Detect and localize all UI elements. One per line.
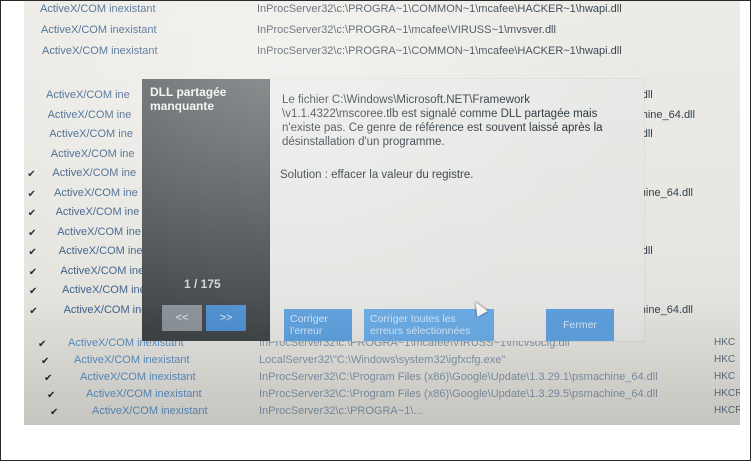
close-button[interactable]: Fermer — [546, 309, 614, 341]
category-title: DLL partagée manquante — [150, 85, 226, 113]
registry-hive: HKC — [714, 354, 736, 365]
registry-path: LocalServer32\"C:\Windows\system32\igfxc… — [259, 354, 506, 366]
error-type: ActiveX/COM ine — [60, 264, 145, 277]
list-row[interactable]: ActiveX/COM inexistant InProcServer32\c:\… — [24, 45, 740, 65]
registry-path: InProcServer32\C:\Program Files (x86)\Go… — [259, 371, 658, 383]
error-type: ActiveX/COM inexistant — [86, 388, 202, 400]
previous-button[interactable]: << — [162, 305, 202, 331]
error-type: ActiveX/COM ine — [57, 225, 141, 238]
checkmark-icon: ✔ — [44, 373, 53, 384]
error-type: ActiveX/COM ine — [50, 147, 135, 160]
solution-text: Solution : effacer la valeur du registre… — [280, 169, 474, 181]
checkmark-icon: ✔ — [28, 247, 37, 258]
checkmark-icon: ✔ — [27, 208, 37, 219]
error-type: ActiveX/COM ine — [49, 128, 133, 140]
image-frame: ActiveX/COM inexistant InProcServer32\c:\… — [0, 0, 751, 461]
error-type: ActiveX/COM inexistant — [80, 371, 196, 383]
checkmark-icon: ✔ — [27, 169, 36, 180]
error-message: Le fichier C:\Windows\Microsoft.NET\Fram… — [282, 94, 603, 148]
category-title-line1: DLL partagée — [150, 85, 227, 99]
checkmark-icon: ✔ — [28, 227, 37, 239]
checkmark-icon: ✔ — [50, 407, 59, 418]
registry-hive: HKC — [714, 371, 736, 382]
error-type: ActiveX/COM ine — [52, 167, 137, 179]
checkmark-icon: ✔ — [38, 339, 47, 350]
error-type: ActiveX/COM ine — [54, 186, 138, 199]
error-type: ActiveX/COM inexistant — [42, 45, 158, 57]
next-button[interactable]: >> — [206, 305, 246, 331]
error-type: ActiveX/COM ine — [47, 108, 132, 121]
error-type: ActiveX/COM ine — [55, 206, 140, 218]
error-type: ActiveX/COM ine — [46, 89, 130, 101]
photo-of-screen: ActiveX/COM inexistant InProcServer32\c:\… — [24, 1, 740, 425]
checkmark-icon: ✔ — [29, 305, 38, 317]
error-detail-dialog: Le fichier C:\Windows\Microsoft.NET\Fram… — [270, 79, 644, 341]
error-type: ActiveX/COM ine — [62, 284, 146, 296]
error-type: ActiveX/COM ine — [63, 303, 148, 316]
error-category-panel: DLL partagée manquante 1 / 175 << >> — [142, 79, 270, 341]
checkmark-icon: ✔ — [27, 188, 36, 200]
registry-hive: HKCR — [714, 388, 740, 399]
registry-path: InProcServer32\c:\PROGRA~1\... — [259, 405, 423, 417]
error-type: ActiveX/COM inexistant — [40, 3, 156, 15]
registry-path: InProcServer32\c:\PROGRA~1\COMMON~1\mcaf… — [257, 3, 622, 15]
category-title-line2: manquante — [150, 99, 215, 113]
checkmark-icon: ✔ — [47, 390, 56, 401]
registry-path: InProcServer32\c:\PROGRA~1\mcafee\VIRUSS… — [257, 24, 556, 36]
list-row[interactable]: ActiveX/COM inexistant InProcServer32\c:\… — [24, 24, 740, 44]
list-row[interactable]: ActiveX/COM inexistant InProcServer32\c:\… — [24, 3, 740, 23]
list-row[interactable]: ✔ ActiveX/COM inexistant InProcServer32\c:… — [24, 405, 740, 425]
registry-path: InProcServer32\C:\Program Files (x86)\Go… — [259, 388, 658, 400]
error-type: ActiveX/COM ine — [58, 245, 143, 257]
checkmark-icon: ✔ — [28, 266, 38, 278]
registry-hive: HKCR — [714, 405, 740, 416]
checkmark-icon: ✔ — [41, 356, 50, 367]
error-type: ActiveX/COM inexistant — [92, 405, 208, 417]
checkmark-icon: ✔ — [29, 286, 38, 297]
registry-path: InProcServer32\c:\PROGRA~1\COMMON~1\mcaf… — [257, 45, 622, 57]
fix-error-button[interactable]: Corriger l'erreur — [284, 309, 352, 341]
error-counter: 1 / 175 — [184, 277, 221, 291]
error-type: ActiveX/COM inexistant — [41, 24, 157, 36]
registry-hive: HKC — [714, 337, 736, 348]
error-type: ActiveX/COM inexistant — [74, 354, 190, 366]
